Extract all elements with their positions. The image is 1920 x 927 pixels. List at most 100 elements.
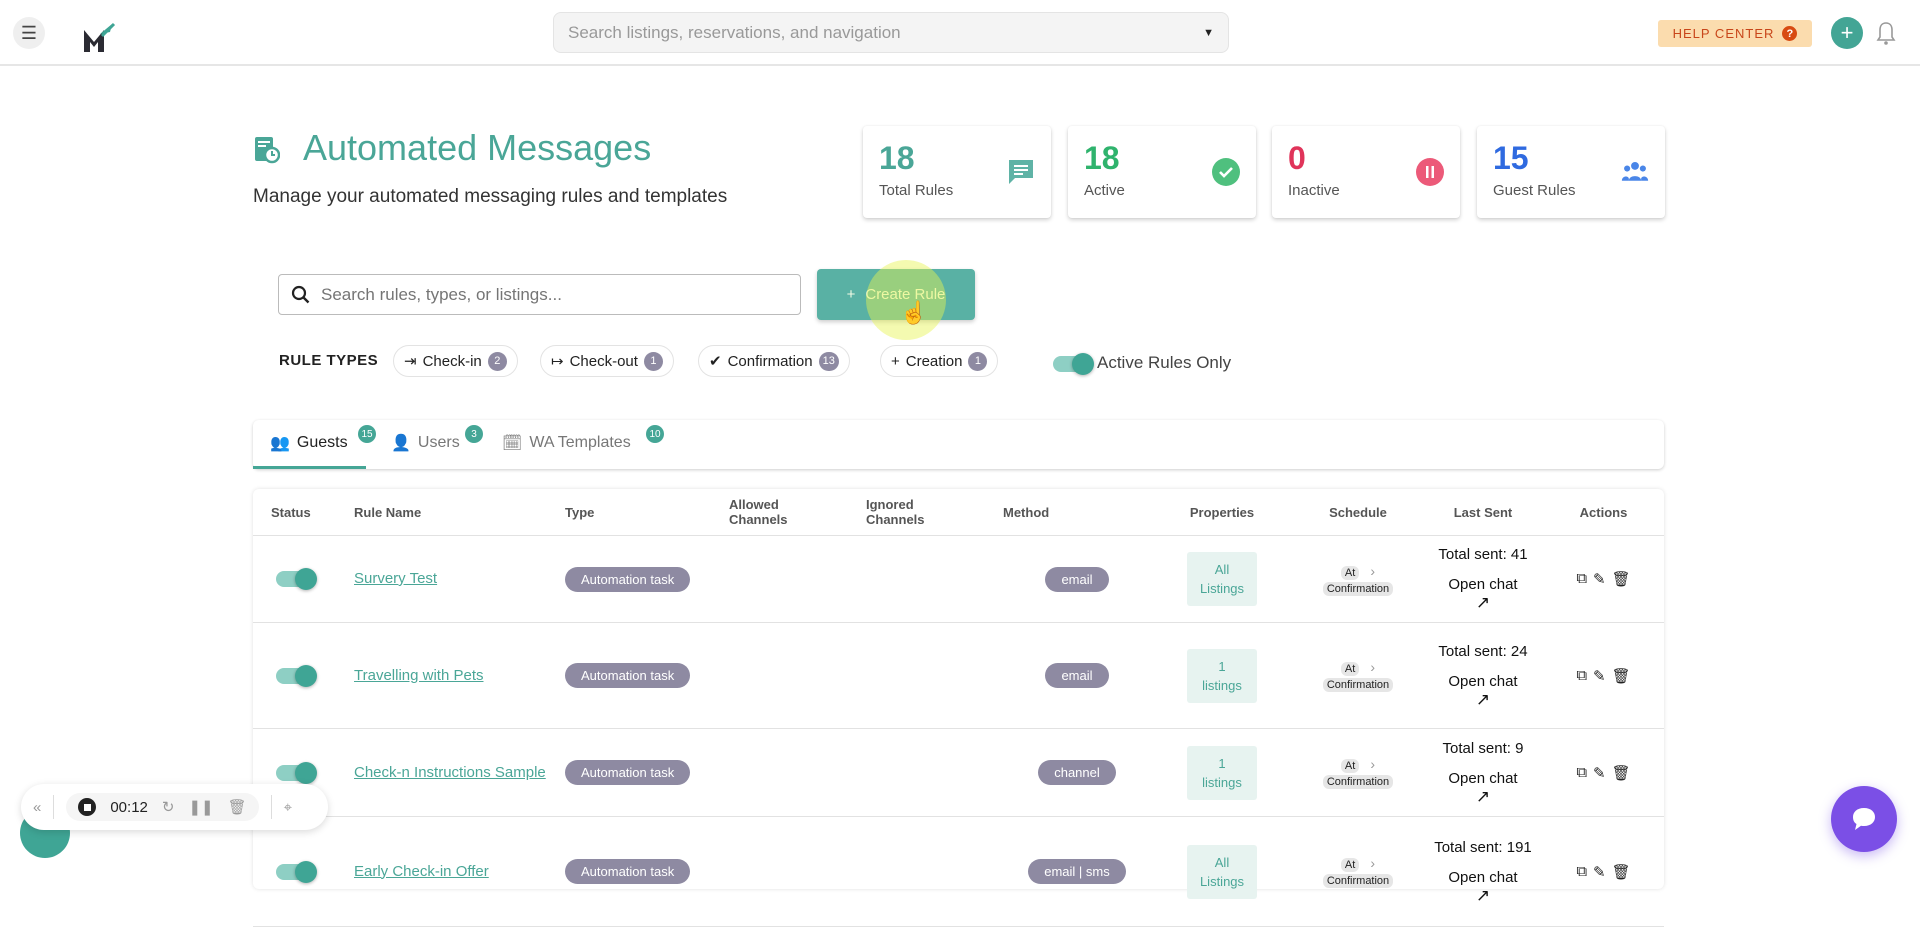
stat-label: Inactive xyxy=(1288,182,1340,199)
table-row: Survery Test Automation task email All Li… xyxy=(253,536,1664,623)
plus-icon: + xyxy=(846,286,856,303)
last-sent-cell: Total sent: 191 Open chat ↗ xyxy=(1423,839,1543,905)
trash-icon[interactable]: 🗑 xyxy=(228,798,247,816)
edit-icon[interactable]: ✎ xyxy=(1593,570,1606,588)
stat-label: Total Rules xyxy=(879,182,954,199)
stop-icon[interactable] xyxy=(78,798,97,816)
schedule-event: Confirmation xyxy=(1322,874,1394,888)
status-toggle[interactable] xyxy=(276,568,317,590)
copy-icon[interactable]: ⧉ xyxy=(1576,667,1587,685)
method-badge: channel xyxy=(1038,760,1116,785)
cursor-highlight-icon[interactable]: ⌖ xyxy=(284,799,292,816)
col-type: Type xyxy=(565,504,595,520)
tab-guests[interactable]: 👥 Guests 15 xyxy=(270,425,376,453)
user-icon: 👤 xyxy=(391,435,411,452)
open-chat-link[interactable]: Open chat xyxy=(1423,770,1543,788)
help-center-button[interactable]: HELP CENTER? xyxy=(1658,20,1812,47)
delete-icon[interactable]: 🗑 xyxy=(1612,863,1631,881)
copy-icon[interactable]: ⧉ xyxy=(1576,570,1587,588)
schedule-at: At xyxy=(1340,662,1360,676)
open-chat-link[interactable]: Open chat xyxy=(1423,576,1543,594)
tab-users[interactable]: 👤 Users 3 xyxy=(391,425,483,453)
stat-active: 18 Active xyxy=(1068,126,1256,218)
add-button[interactable]: + xyxy=(1831,17,1863,49)
chip-label: Confirmation xyxy=(727,352,813,370)
pause-icon[interactable]: ❚❚ xyxy=(188,798,213,816)
global-search[interactable]: Search listings, reservations, and navig… xyxy=(553,12,1229,53)
status-toggle[interactable] xyxy=(276,664,317,687)
external-link-icon[interactable]: ↗ xyxy=(1423,690,1543,709)
edit-icon[interactable]: ✎ xyxy=(1593,863,1606,881)
properties-badge[interactable]: 1 listings xyxy=(1187,648,1257,703)
status-toggle[interactable] xyxy=(276,761,317,784)
open-chat-link[interactable]: Open chat xyxy=(1423,869,1543,887)
external-link-icon[interactable]: ↗ xyxy=(1423,594,1543,612)
check-circle-icon: ✔ xyxy=(709,353,722,370)
schedule-cell: At › Confirmation xyxy=(1293,563,1423,596)
external-link-icon[interactable]: ↗ xyxy=(1423,886,1543,905)
schedule-event: Confirmation xyxy=(1322,678,1394,692)
properties-badge[interactable]: All Listings xyxy=(1187,844,1257,899)
chip-label: Check-out xyxy=(569,352,638,370)
divider xyxy=(53,795,55,819)
tab-wa-templates[interactable]: 🗓 WA Templates 10 xyxy=(502,425,664,453)
rule-name-link[interactable]: Check-n Instructions Sample xyxy=(354,764,546,781)
edit-icon[interactable]: ✎ xyxy=(1593,764,1606,782)
copy-icon[interactable]: ⧉ xyxy=(1576,863,1587,881)
properties-badge[interactable]: All Listings xyxy=(1187,552,1257,606)
copy-icon[interactable]: ⧉ xyxy=(1576,764,1587,782)
table-header: Status Rule Name Type Allowed Channels Ig… xyxy=(253,489,1664,536)
menu-icon[interactable]: ☰ xyxy=(13,17,45,49)
restart-icon[interactable]: ↻ xyxy=(162,798,175,816)
rule-name-link[interactable]: Early Check-in Offer xyxy=(354,863,489,880)
chip-count: 1 xyxy=(968,351,988,371)
col-status: Status xyxy=(271,504,311,520)
total-sent: Total sent: 24 xyxy=(1438,642,1528,660)
bell-icon[interactable] xyxy=(1874,20,1898,46)
chevron-right-icon: › xyxy=(1370,659,1376,675)
delete-icon[interactable]: 🗑 xyxy=(1612,570,1631,588)
dropdown-caret-icon[interactable]: ▼ xyxy=(1203,27,1214,39)
rule-name-link[interactable]: Travelling with Pets xyxy=(354,667,484,684)
rules-search-input[interactable] xyxy=(321,284,781,305)
rule-name-link[interactable]: Survery Test xyxy=(354,570,437,587)
stat-value: 18 xyxy=(1084,140,1120,176)
table-row: Check-n Instructions Sample Automation t… xyxy=(253,729,1664,817)
schedule-cell: At › Confirmation xyxy=(1293,855,1423,888)
schedule-at: At xyxy=(1340,858,1360,872)
properties-badge[interactable]: 1 listings xyxy=(1187,745,1257,800)
rules-search[interactable] xyxy=(278,274,801,315)
col-method: Method xyxy=(1003,504,1050,520)
chip-creation[interactable]: + Creation 1 xyxy=(880,345,999,377)
stat-value: 0 xyxy=(1288,140,1306,176)
status-toggle[interactable] xyxy=(276,860,317,883)
table-row: Early Check-in Offer Automation task ema… xyxy=(253,817,1664,927)
tab-label: Users xyxy=(417,434,460,451)
chip-confirmation[interactable]: ✔ Confirmation 13 xyxy=(698,345,850,377)
chip-count: 1 xyxy=(643,351,663,371)
question-icon: ? xyxy=(1782,26,1798,41)
col-rule-name: Rule Name xyxy=(354,504,422,520)
chip-check-in[interactable]: ⇥ Check-in 2 xyxy=(393,345,518,377)
search-icon xyxy=(291,285,310,303)
delete-icon[interactable]: 🗑 xyxy=(1612,764,1631,782)
stat-guest-rules: 15 Guest Rules xyxy=(1477,126,1665,218)
delete-icon[interactable]: 🗑 xyxy=(1612,667,1631,685)
col-properties: Properties xyxy=(1189,504,1255,520)
app-logo xyxy=(84,22,116,52)
col-schedule: Schedule xyxy=(1329,504,1387,520)
edit-icon[interactable]: ✎ xyxy=(1593,667,1606,685)
active-only-toggle[interactable] xyxy=(1053,353,1094,375)
create-rule-button[interactable]: + Create Rule xyxy=(817,269,975,320)
stat-total-rules: 18 Total Rules xyxy=(863,126,1051,218)
chevron-right-icon: › xyxy=(1370,855,1376,871)
collapse-icon[interactable]: « xyxy=(33,799,41,816)
external-link-icon[interactable]: ↗ xyxy=(1423,787,1543,806)
col-label: Channels xyxy=(729,512,788,527)
chip-check-out[interactable]: ↦ Check-out 1 xyxy=(540,345,674,377)
open-chat-link[interactable]: Open chat xyxy=(1423,673,1543,691)
last-sent-cell: Total sent: 9 Open chat ↗ xyxy=(1423,740,1543,806)
col-label: Channels xyxy=(866,512,925,527)
chat-button[interactable] xyxy=(1831,786,1897,852)
stat-label: Active xyxy=(1084,182,1125,199)
